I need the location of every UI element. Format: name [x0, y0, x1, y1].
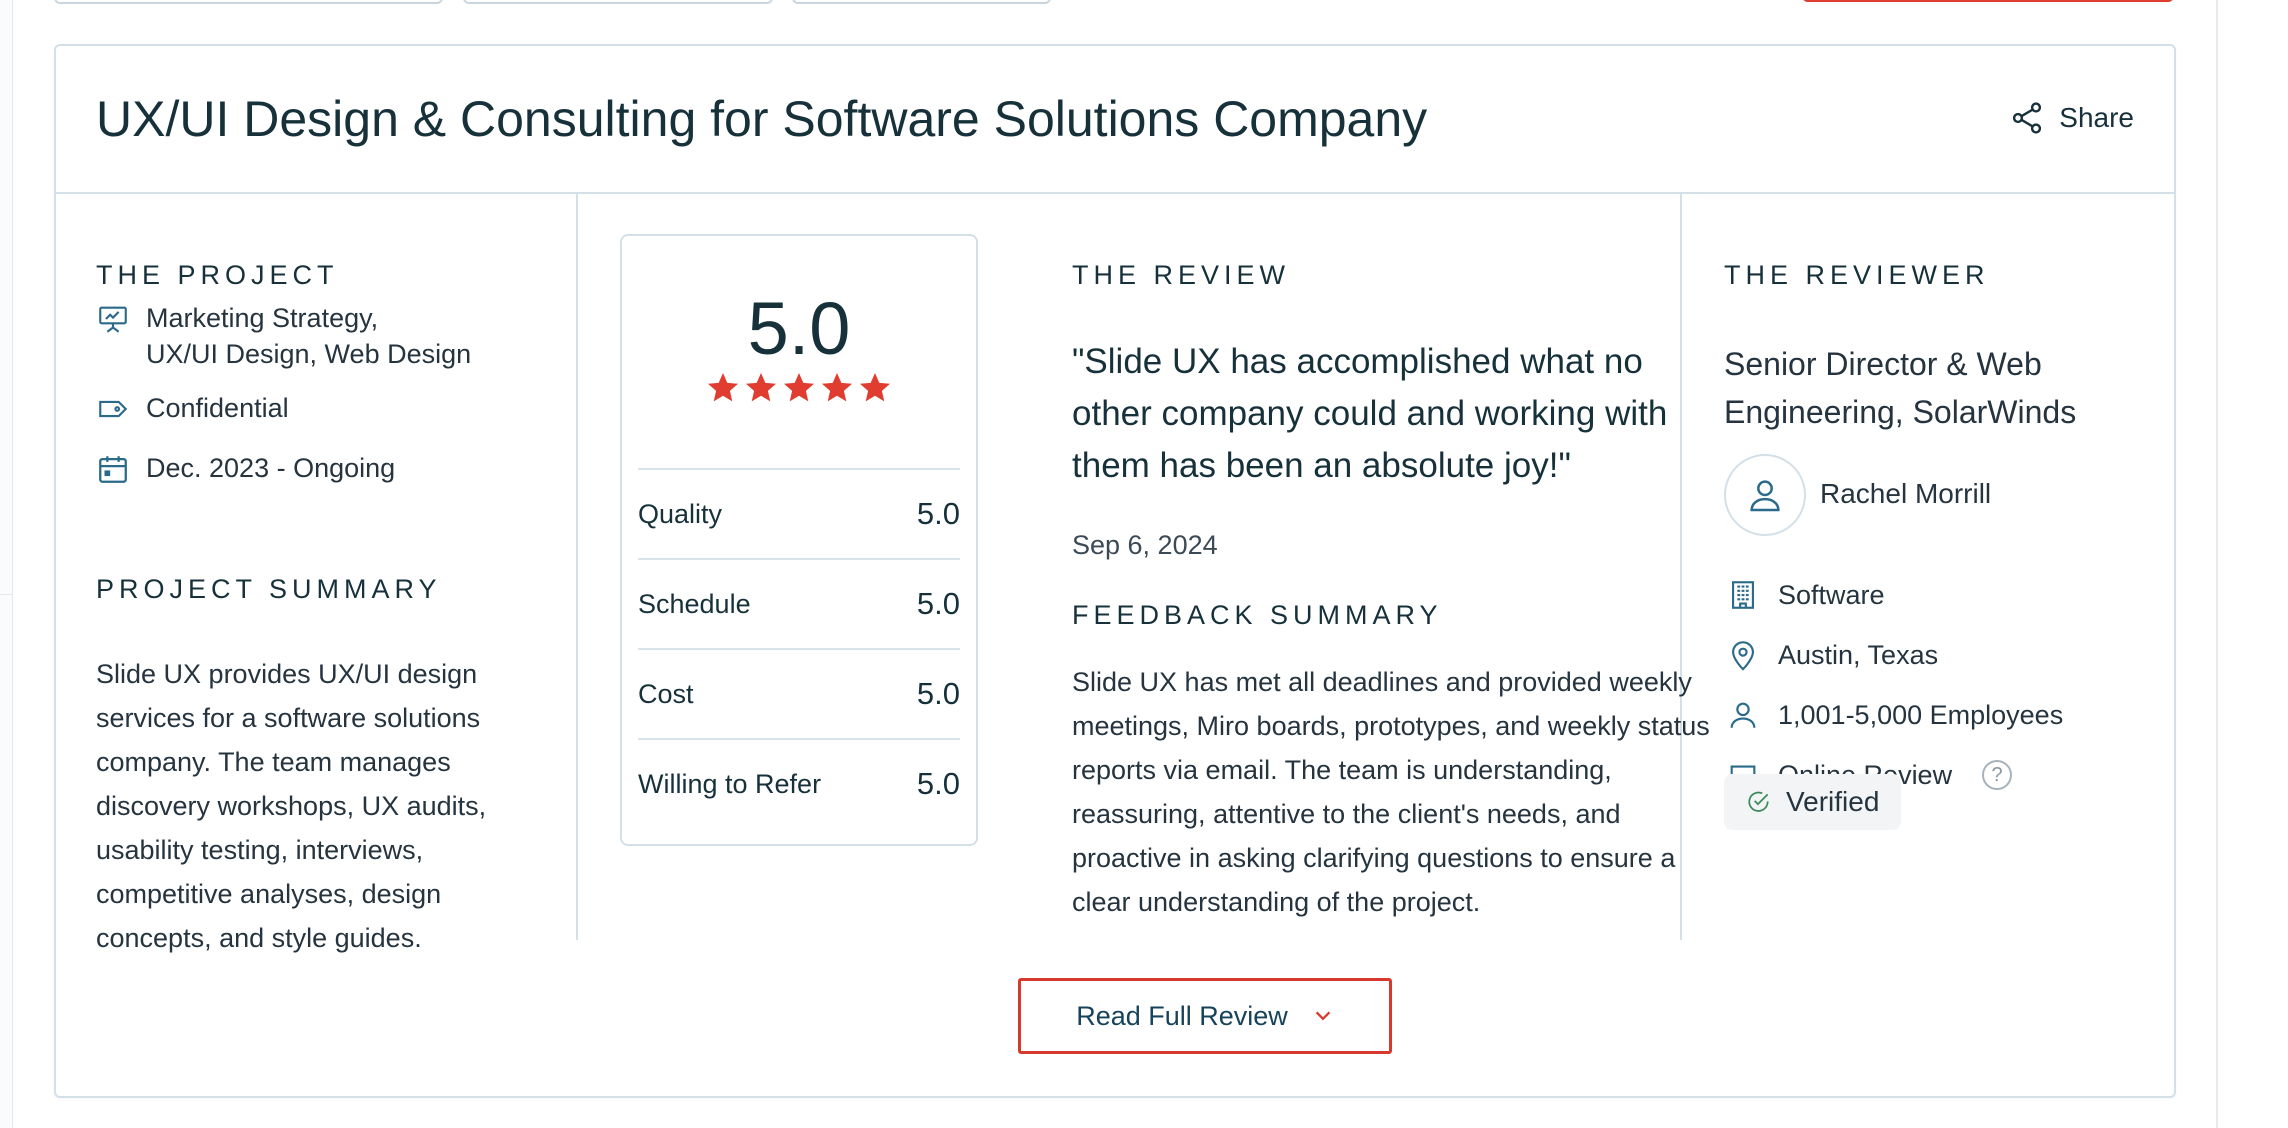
calendar-icon [99, 456, 127, 483]
budget-value: Confidential [146, 393, 289, 423]
dates-value: Dec. 2023 - Ongoing [146, 453, 396, 483]
reviewer-name: Rachel Morrill [1820, 478, 1992, 509]
review-quote: "Slide UX has accomplished what no other… [1072, 342, 1668, 485]
star-icon [746, 373, 776, 402]
column-divider [576, 194, 578, 940]
location-value: Austin, Texas [1778, 639, 1939, 670]
top-filter-pill[interactable] [792, 0, 1051, 4]
services-line-1: Marketing Strategy, [146, 303, 379, 333]
feedback-summary-heading: FEEDBACK SUMMARY [1072, 600, 1443, 630]
reviewer-company-size: 1,001-5,000 Employees [1726, 698, 2063, 732]
avatar [1724, 454, 1806, 536]
reviewer-heading: THE REVIEWER [1724, 260, 1990, 290]
top-action-button[interactable] [1802, 0, 2174, 2]
project-budget: Confidential [96, 390, 289, 426]
project-services: Marketing Strategy, UX/UI Design, Web De… [96, 300, 471, 372]
share-button[interactable]: Share [2009, 100, 2134, 136]
share-label: Share [2059, 102, 2134, 133]
building-icon [1732, 581, 1754, 609]
review-date: Sep 6, 2024 [1072, 530, 1218, 560]
review-card-header: UX/UI Design & Consulting for Software S… [56, 46, 2174, 194]
rating-row-cost: Cost 5.0 [638, 650, 960, 738]
verified-badge: Verified [1724, 774, 1902, 830]
rating-value: 5.0 [916, 496, 960, 531]
review-card: UX/UI Design & Consulting for Software S… [54, 44, 2176, 1098]
star-icon [822, 373, 852, 402]
rating-label: Quality [638, 498, 723, 529]
rating-row-schedule: Schedule 5.0 [638, 560, 960, 648]
read-full-review-label: Read Full Review [1076, 1000, 1288, 1031]
rating-row-quality: Quality 5.0 [638, 470, 960, 558]
industry-value: Software [1778, 579, 1885, 610]
overall-rating: 5.0 [747, 287, 851, 370]
review-title: UX/UI Design & Consulting for Software S… [96, 91, 1428, 147]
rating-label: Willing to Refer [638, 768, 822, 799]
location-pin-icon [1732, 641, 1754, 671]
check-circle-icon [1748, 791, 1769, 812]
share-icon [2013, 102, 2042, 134]
project-summary: Slide UX provides UX/UI design services … [96, 659, 487, 953]
help-icon[interactable]: ? [1982, 760, 2013, 790]
star-rating [622, 370, 976, 406]
top-filter-pill[interactable] [463, 0, 773, 4]
presentation-icon [99, 306, 127, 333]
left-rail [0, 0, 13, 1128]
left-rail-divider [0, 594, 12, 595]
right-rail [2216, 0, 2218, 1128]
feedback-summary: Slide UX has met all deadlines and provi… [1072, 667, 1710, 917]
rating-row-refer: Willing to Refer 5.0 [638, 740, 960, 828]
company-size-value: 1,001-5,000 Employees [1778, 699, 2064, 730]
price-tag-icon [99, 400, 128, 418]
reviewer-industry: Software [1726, 578, 1885, 612]
rating-value: 5.0 [916, 586, 960, 621]
verified-label: Verified [1786, 786, 1880, 817]
user-icon [1750, 480, 1780, 512]
rating-value: 5.0 [916, 766, 960, 801]
person-icon [1730, 702, 1756, 728]
review-heading: THE REVIEW [1072, 260, 1291, 290]
reviewer-location: Austin, Texas [1726, 638, 1938, 672]
rating-value: 5.0 [916, 676, 960, 711]
star-icon [860, 373, 890, 402]
star-icon [784, 373, 814, 402]
project-summary-heading: PROJECT SUMMARY [96, 574, 442, 604]
project-dates: Dec. 2023 - Ongoing [96, 450, 395, 486]
chevron-down-icon [1315, 1011, 1331, 1021]
rating-label: Schedule [638, 588, 751, 619]
star-icon [708, 373, 738, 402]
read-full-review-button[interactable]: Read Full Review [1018, 978, 1392, 1054]
top-filter-pill[interactable] [54, 0, 443, 4]
services-line-2: UX/UI Design, Web Design [146, 339, 472, 369]
project-heading: THE PROJECT [96, 260, 339, 290]
rating-label: Cost [638, 678, 694, 709]
reviewer-title: Senior Director & Web Engineering, Solar… [1724, 346, 2077, 430]
rating-box: 5.0 Quality 5.0 Schedule 5.0 Cost 5.0 Wi… [620, 234, 978, 846]
